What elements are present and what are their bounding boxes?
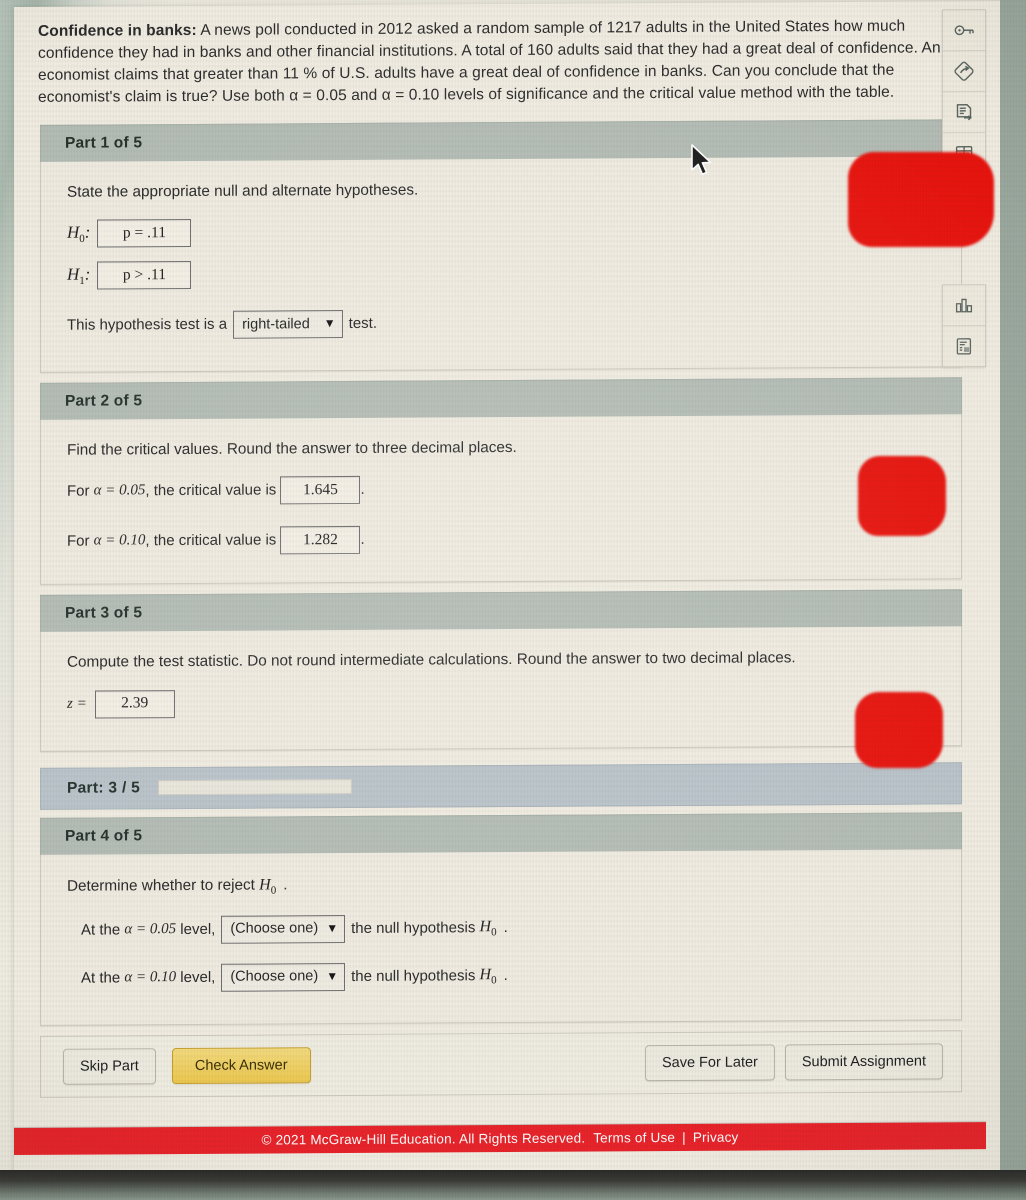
skip-part-button[interactable]: Skip Part: [63, 1047, 156, 1085]
part-3-card: Part 3 of 5 Compute the test statistic. …: [40, 589, 962, 752]
r1-select-value: (Choose one): [230, 920, 319, 937]
part-2-body: Find the critical values. Round the answ…: [41, 414, 961, 584]
tail-type-select[interactable]: right-tailed ▼: [233, 310, 343, 339]
part-1-question: State the appropriate null and alternate…: [67, 181, 419, 201]
cv1-input[interactable]: 1.645: [280, 476, 361, 505]
cv1-prefix: For: [67, 483, 90, 501]
document-arrow-icon[interactable]: [943, 92, 985, 134]
part-4-question: Determine whether to reject H0.: [67, 875, 288, 897]
h1-input[interactable]: p > .11: [97, 261, 192, 290]
terms-of-use-link[interactable]: Terms of Use: [593, 1130, 675, 1146]
r2-mid: level,: [180, 968, 216, 986]
r1-alpha: α = 0.05: [124, 920, 177, 938]
tail-type-row: This hypothesis test is a right-tailed ▼…: [67, 307, 939, 340]
action-bar-spacer: [311, 1063, 635, 1065]
action-bar: Skip Part Check Answer Save For Later Su…: [40, 1029, 962, 1098]
part-2-header: Part 2 of 5: [40, 377, 962, 421]
z-statistic-row: z = 2.39: [67, 685, 939, 719]
h0-label: H0:: [67, 222, 91, 245]
cv2-mid: , the critical value is: [145, 531, 277, 550]
part-2-card: Part 2 of 5 Find the critical values. Ro…: [40, 377, 962, 586]
h1-label: H1:: [67, 264, 91, 287]
photo-frame: Confidence in banks: A news poll conduct…: [0, 0, 1026, 1200]
part-2-question: Find the critical values. Round the answ…: [67, 439, 517, 459]
footer-separator: |: [682, 1129, 686, 1145]
tool-rail-group-bottom: [942, 284, 986, 368]
r1-prefix: At the: [81, 921, 121, 939]
r2-alpha: α = 0.10: [124, 968, 177, 986]
chevron-down-icon: ▼: [326, 921, 339, 936]
reject-select-010[interactable]: (Choose one) ▼: [221, 962, 346, 992]
reject-select-005[interactable]: (Choose one) ▼: [221, 914, 346, 944]
h0-row: H0: p = .11: [67, 215, 939, 248]
privacy-link[interactable]: Privacy: [693, 1130, 739, 1145]
redaction-blob-part3: [855, 692, 943, 768]
part-3-question: Compute the test statistic. Do not round…: [67, 649, 796, 672]
h0-input[interactable]: p = .11: [97, 219, 192, 248]
assignment-page: Confidence in banks: A news poll conduct…: [14, 1, 974, 1098]
reject-row-005: At the α = 0.05 level, (Choose one) ▼ th…: [81, 911, 939, 944]
progress-track: [158, 778, 353, 796]
part-1-body: State the appropriate null and alternate…: [41, 156, 961, 372]
z-label: z =: [67, 695, 87, 712]
copyright-footer: © 2021 McGraw-Hill Education. All Rights…: [14, 1122, 986, 1156]
check-answer-button[interactable]: Check Answer: [171, 1046, 311, 1084]
part-4-card: Part 4 of 5 Determine whether to reject …: [40, 811, 962, 1026]
redaction-blob-part1: [848, 152, 994, 247]
cv2-input[interactable]: 1.282: [280, 526, 361, 555]
part-1-header: Part 1 of 5: [40, 119, 962, 162]
cv2-suffix: .: [360, 531, 365, 549]
r1-suffix: the null hypothesis: [351, 918, 476, 937]
progress-label: Part: 3 / 5: [67, 778, 141, 797]
critical-value-row-010: For α = 0.10 , the critical value is 1.2…: [67, 523, 939, 556]
outside-page-bottom: [0, 1170, 1026, 1200]
r1-mid: level,: [180, 920, 216, 938]
tail-type-suffix: test.: [348, 315, 378, 333]
tail-type-prefix: This hypothesis test is a: [67, 316, 228, 335]
cv2-alpha: α = 0.10: [93, 532, 146, 550]
part-4-question-prefix: Determine whether to reject: [67, 876, 255, 895]
outside-page-right: [1000, 0, 1026, 1200]
cv1-mid: , the critical value is: [145, 481, 277, 500]
problem-title: Confidence in banks:: [38, 21, 197, 40]
h1-row: H1: p > .11: [67, 257, 939, 290]
r2-prefix: At the: [81, 969, 121, 987]
tail-type-value: right-tailed: [242, 315, 310, 333]
submit-assignment-button[interactable]: Submit Assignment: [784, 1043, 943, 1080]
z-input[interactable]: 2.39: [94, 689, 175, 719]
cv2-prefix: For: [67, 533, 90, 551]
part-3-body: Compute the test statistic. Do not round…: [41, 627, 961, 751]
reject-row-010: At the α = 0.10 level, (Choose one) ▼ th…: [81, 959, 939, 992]
redaction-blob-part2: [858, 456, 946, 536]
progress-bar: Part: 3 / 5: [40, 761, 962, 810]
chevron-down-icon: ▼: [323, 316, 336, 331]
key-icon[interactable]: [943, 10, 985, 52]
r2-suffix: the null hypothesis: [351, 966, 476, 985]
part-4-header: Part 4 of 5: [40, 811, 962, 855]
copyright-text: © 2021 McGraw-Hill Education. All Rights…: [261, 1130, 586, 1148]
part-4-body: Determine whether to reject H0. At the α…: [41, 849, 961, 1025]
save-for-later-button[interactable]: Save For Later: [644, 1044, 775, 1081]
bar-chart-icon[interactable]: [943, 285, 985, 327]
part-1-card: Part 1 of 5 State the appropriate null a…: [40, 119, 962, 374]
r2-select-value: (Choose one): [230, 968, 319, 985]
cv1-alpha: α = 0.05: [93, 482, 146, 500]
chevron-down-icon: ▼: [326, 969, 339, 984]
mouse-cursor: [691, 144, 712, 175]
diamond-arrow-icon[interactable]: [943, 51, 985, 93]
critical-value-row-005: For α = 0.05 , the critical value is 1.6…: [67, 473, 939, 506]
cv1-suffix: .: [360, 481, 365, 499]
tool-rail-group-top: [942, 9, 986, 175]
calculator-document-icon[interactable]: [943, 326, 985, 366]
problem-statement: Confidence in banks: A news poll conduct…: [14, 1, 974, 115]
part-3-header: Part 3 of 5: [40, 589, 962, 633]
